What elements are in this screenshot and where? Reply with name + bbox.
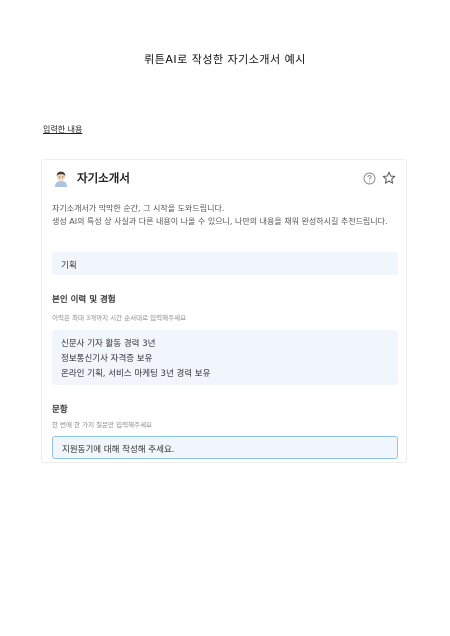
description-line-1: 자기소개서가 막막한 순간, 그 시작을 도와드립니다. xyxy=(52,204,225,213)
card-header: 자기소개서 xyxy=(52,168,396,188)
question-input[interactable]: 지원동기에 대해 작성해 주세요. xyxy=(52,436,398,459)
help-circle-icon[interactable] xyxy=(363,172,376,185)
star-icon[interactable] xyxy=(382,171,396,185)
experience-item: 신문사 기자 활동 경력 3년 xyxy=(61,339,156,349)
question-hint: 한 번에 한 가지 질문만 입력해주세요 xyxy=(52,421,153,429)
avatar-icon xyxy=(52,169,70,187)
self-intro-card: 자기소개서 자기소개서가 막막한 순간, 그 시작을 도와드립니다. 생성 AI… xyxy=(41,159,407,463)
description-line-2: 생성 AI의 특성 상 사실과 다른 내용이 나올 수 있으니, 나만의 내용을… xyxy=(52,217,388,226)
experience-field[interactable]: 신문사 기자 활동 경력 3년 정보통신기사 자격증 보유 온라인 기획, 서비… xyxy=(52,330,398,385)
card-description: 자기소개서가 막막한 순간, 그 시작을 도와드립니다. 생성 AI의 특성 상… xyxy=(52,202,398,228)
section-label: 입력한 내용 xyxy=(43,125,83,134)
experience-heading: 본인 이력 및 경험 xyxy=(52,295,116,305)
experience-item: 온라인 기획, 서비스 마케팅 3년 경력 보유 xyxy=(61,369,211,379)
card-title: 자기소개서 xyxy=(77,171,130,185)
field-plan[interactable]: 기획 xyxy=(52,252,398,275)
experience-hint: 이력은 최대 3개까지 시간 순서대로 입력해주세요 xyxy=(52,314,187,322)
experience-item: 정보통신기사 자격증 보유 xyxy=(61,354,153,364)
question-heading: 문항 xyxy=(52,405,68,415)
document-title: 뤼튼AI로 작성한 자기소개서 예시 xyxy=(144,53,306,66)
